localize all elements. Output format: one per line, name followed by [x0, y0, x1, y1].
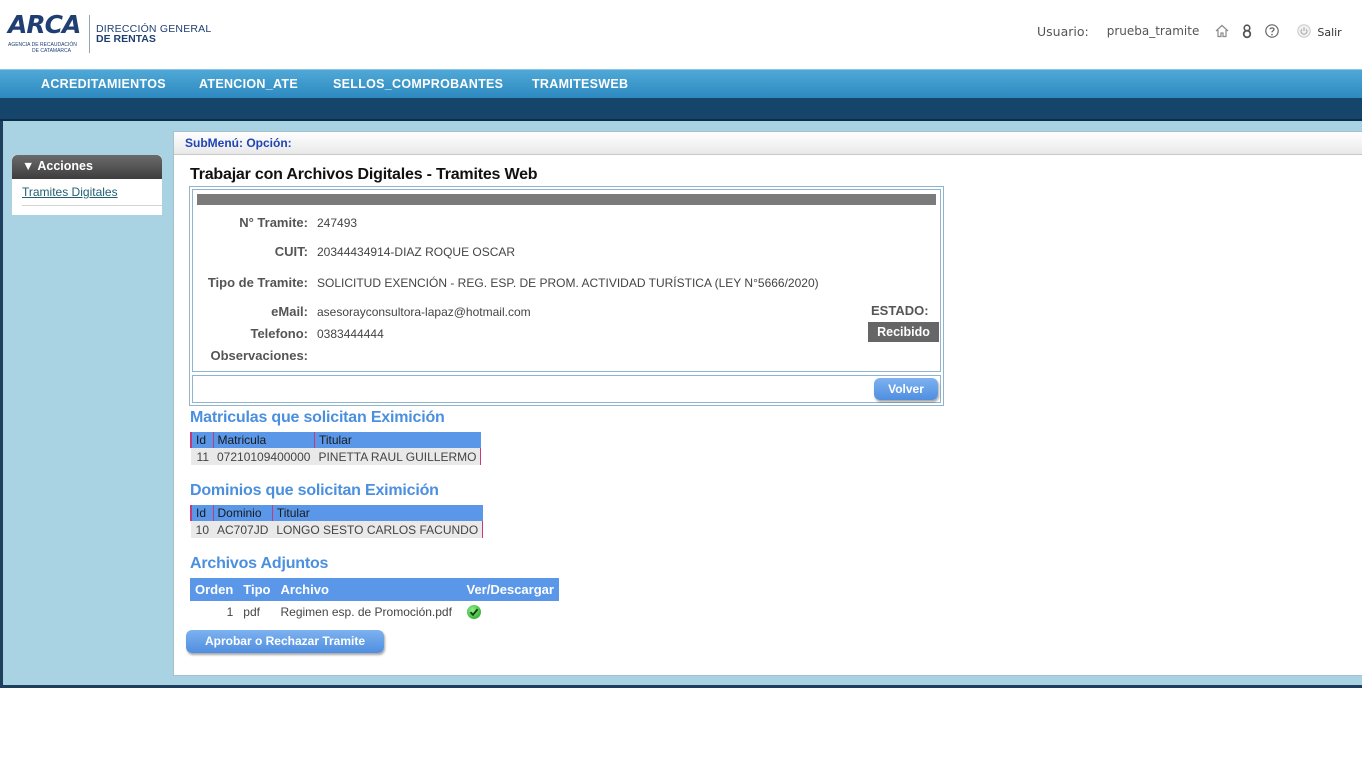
- help-icon[interactable]: [1264, 23, 1280, 39]
- table-cell: 1: [226, 605, 234, 619]
- tipo-tramite-value: SOLICITUD EXENCIÓN - REG. ESP. DE PROM. …: [317, 276, 819, 290]
- column-header-dominio: Dominio: [212, 505, 273, 521]
- arca-logo-text: ARCA: [8, 10, 81, 39]
- logo-separator: [89, 15, 90, 53]
- table-row: 11 07210109400000 PINETTA RAUL GUILLERMO: [191, 448, 482, 465]
- power-icon[interactable]: [1296, 23, 1312, 39]
- table-cell: 11: [191, 448, 213, 465]
- tramite-detail: N° Tramite: 247493 CUIT: 20344434914-DIA…: [192, 189, 941, 372]
- arca-logo: ARCA AGENCIA DE RECAUDACIÓN DE CATAMARCA: [8, 10, 84, 54]
- table-cell: 07210109400000: [213, 448, 315, 465]
- nav-item-tramitesweb[interactable]: TRAMITESWEB: [532, 77, 628, 91]
- telefono-value: 0383444444: [317, 327, 384, 341]
- nav-item-acreditamientos[interactable]: ACREDITAMIENTOS: [41, 77, 166, 91]
- org-name: DIRECCIÓN GENERAL DE RENTAS: [96, 24, 211, 45]
- user-area: Usuario: prueba_tramite Salir: [1037, 22, 1342, 40]
- adjuntos-title: Archivos Adjuntos: [190, 555, 329, 572]
- adjuntos-table: Orden Tipo Archivo Ver/Descargar 1 pdf R…: [190, 578, 559, 623]
- table-cell: pdf: [243, 605, 260, 619]
- matriculas-title: Matriculas que solicitan Eximición: [190, 409, 445, 426]
- table-cell: AC707JD: [213, 521, 273, 538]
- user-name: prueba_tramite: [1106, 24, 1200, 38]
- table-header-row: Orden Tipo Archivo Ver/Descargar: [190, 578, 559, 601]
- cuit-nombre: DIAZ ROQUE OSCAR: [394, 245, 516, 259]
- observaciones-label: Observaciones:: [210, 348, 308, 363]
- table-cell: PINETTA RAUL GUILLERMO: [314, 448, 482, 465]
- org-name-line2: DE RENTAS: [96, 33, 156, 45]
- cuit-label: CUIT:: [274, 244, 308, 259]
- user-label: Usuario:: [1037, 23, 1089, 39]
- tramite-value: 247493: [317, 216, 358, 230]
- nav-item-atencion-ate[interactable]: ATENCION_ATE: [199, 77, 298, 91]
- sidebar: ▼ Acciones Tramites Digitales: [12, 155, 162, 215]
- dominios-title: Dominios que solicitan Eximición: [190, 482, 439, 499]
- dominios-table: Id Dominio Titular 10 AC707JD LONGO SEST…: [190, 505, 484, 538]
- logout-link[interactable]: Salir: [1317, 26, 1341, 39]
- sidebar-item-tramites-digitales[interactable]: Tramites Digitales: [22, 185, 162, 199]
- submenu-bar: SubMenú: Opción:: [174, 132, 1362, 155]
- column-header-tipo: Tipo: [238, 578, 276, 601]
- email-label: eMail:: [271, 304, 308, 319]
- column-header-matricula: Matricula: [212, 432, 315, 448]
- tramite-detail-box: N° Tramite: 247493 CUIT: 20344434914-DIA…: [189, 186, 944, 406]
- tipo-tramite-label: Tipo de Tramite:: [207, 275, 308, 290]
- main-nav: ACREDITAMIENTOS ATENCION_ATE SELLOS_COMP…: [0, 69, 1362, 98]
- table-header-row: Id Dominio Titular: [190, 505, 483, 521]
- table-cell: 10: [191, 521, 213, 538]
- table-row: 10 AC707JD LONGO SESTO CARLOS FACUNDO: [191, 521, 484, 538]
- column-header-ver-descargar: Ver/Descargar: [461, 578, 559, 601]
- sub-nav-bar: [0, 98, 1362, 121]
- submenu-label: SubMenú: Opción:: [185, 136, 292, 150]
- table-cell: Regimen esp. de Promoción.pdf: [280, 605, 452, 619]
- column-header-id: Id: [190, 432, 213, 448]
- lock-icon[interactable]: [1239, 23, 1255, 39]
- column-header-titular: Titular: [313, 432, 481, 448]
- matriculas-table: Id Matricula Titular 11 07210109400000 P…: [190, 432, 482, 465]
- main-panel: SubMenú: Opción: Trabajar con Archivos D…: [173, 131, 1362, 676]
- arca-logo-sub2: DE CATAMARCA: [32, 48, 71, 54]
- table-cell: LONGO SESTO CARLOS FACUNDO: [272, 521, 484, 538]
- cuit-line: 20344434914-DIAZ ROQUE OSCAR: [317, 245, 515, 259]
- cuit-value: 20344434914: [317, 245, 391, 259]
- sidebar-title[interactable]: ▼ Acciones: [12, 155, 162, 179]
- estado-label: ESTADO:: [871, 303, 929, 318]
- aprobar-rechazar-button[interactable]: Aprobar o Rechazar Tramite: [186, 630, 384, 653]
- column-header-archivo: Archivo: [275, 578, 462, 601]
- table-cell: [462, 601, 559, 623]
- column-header-titular: Titular: [271, 505, 483, 521]
- page-title: Trabajar con Archivos Digitales - Tramit…: [190, 166, 538, 183]
- email-value: asesorayconsultora-lapaz@hotmail.com: [317, 305, 531, 319]
- home-icon[interactable]: [1214, 23, 1230, 39]
- sidebar-divider: [22, 205, 162, 206]
- table-row: 1 pdf Regimen esp. de Promoción.pdf: [190, 601, 559, 623]
- table-header-row: Id Matricula Titular: [190, 432, 481, 448]
- tramite-label: N° Tramite:: [239, 215, 308, 230]
- nav-item-sellos-comprobantes[interactable]: SELLOS_COMPROBANTES: [333, 77, 503, 91]
- detail-header-bar: [197, 194, 936, 205]
- header: ARCA AGENCIA DE RECAUDACIÓN DE CATAMARCA…: [0, 0, 1362, 69]
- telefono-label: Telefono:: [250, 326, 308, 341]
- column-header-id: Id: [190, 505, 213, 521]
- check-download-icon[interactable]: [466, 605, 481, 620]
- volver-button[interactable]: Volver: [874, 378, 938, 400]
- column-header-orden: Orden: [190, 578, 239, 601]
- detail-footer: Volver: [192, 375, 941, 403]
- status-badge: Recibido: [868, 322, 939, 342]
